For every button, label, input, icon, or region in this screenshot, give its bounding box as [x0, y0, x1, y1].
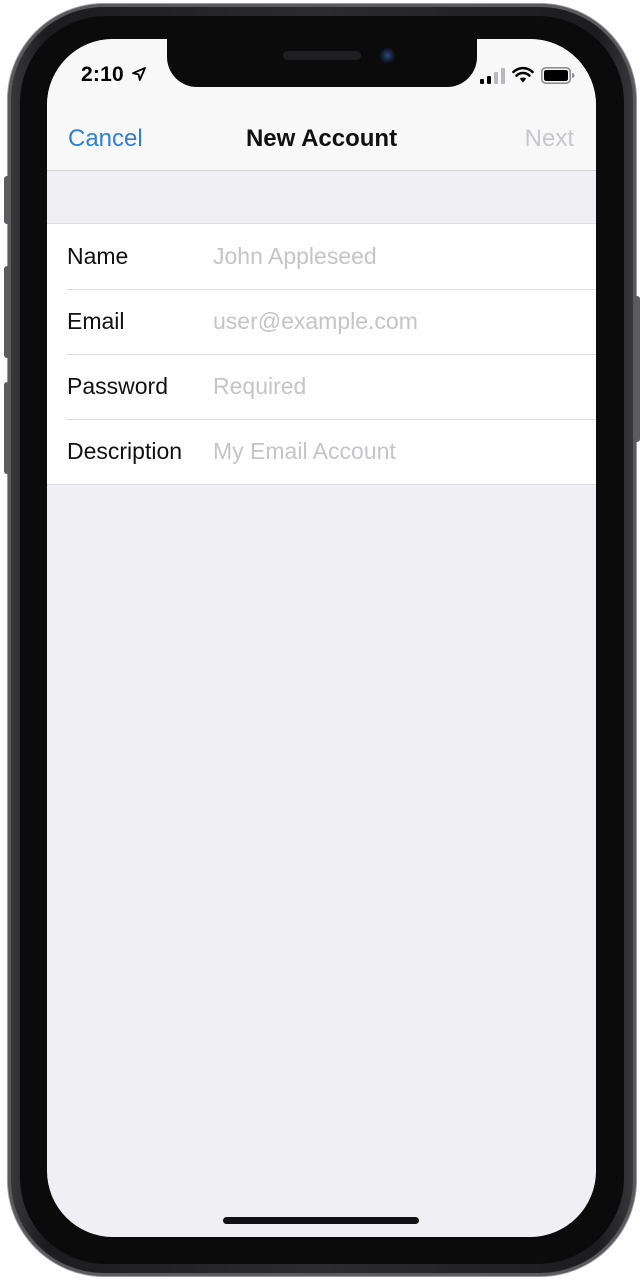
cellular-signal-icon	[480, 68, 505, 84]
form-row-email: Email	[47, 289, 596, 354]
description-field[interactable]	[213, 431, 573, 471]
password-field[interactable]	[213, 366, 573, 406]
wifi-icon	[512, 66, 534, 83]
earpiece-speaker	[283, 51, 361, 60]
name-label: Name	[67, 243, 129, 269]
volume-up-button	[4, 266, 10, 358]
side-power-button	[634, 296, 640, 442]
screen: 2:10 Cancel New Account Next Name John A…	[47, 39, 596, 1237]
front-camera	[380, 48, 395, 63]
password-label: Password	[67, 373, 168, 399]
name-field[interactable]	[213, 236, 573, 276]
email-label: Email	[67, 308, 125, 334]
notch	[167, 39, 477, 87]
mute-switch	[4, 176, 10, 224]
page-title: New Account	[245, 125, 398, 152]
form-row-name: Name	[47, 224, 596, 289]
form-row-password: Password	[47, 354, 596, 419]
home-indicator[interactable]	[223, 1217, 419, 1224]
next-button[interactable]: Next	[525, 125, 574, 153]
battery-icon	[541, 67, 575, 84]
location-arrow-icon	[132, 67, 146, 81]
account-form: Name Email Password Description	[47, 223, 596, 485]
description-label: Description	[67, 438, 183, 464]
volume-down-button	[4, 382, 10, 474]
form-row-description: Description	[47, 419, 596, 484]
email-field[interactable]	[213, 301, 573, 341]
navigation-bar: Cancel New Account Next	[47, 113, 596, 171]
status-time: 2:10	[81, 63, 124, 86]
